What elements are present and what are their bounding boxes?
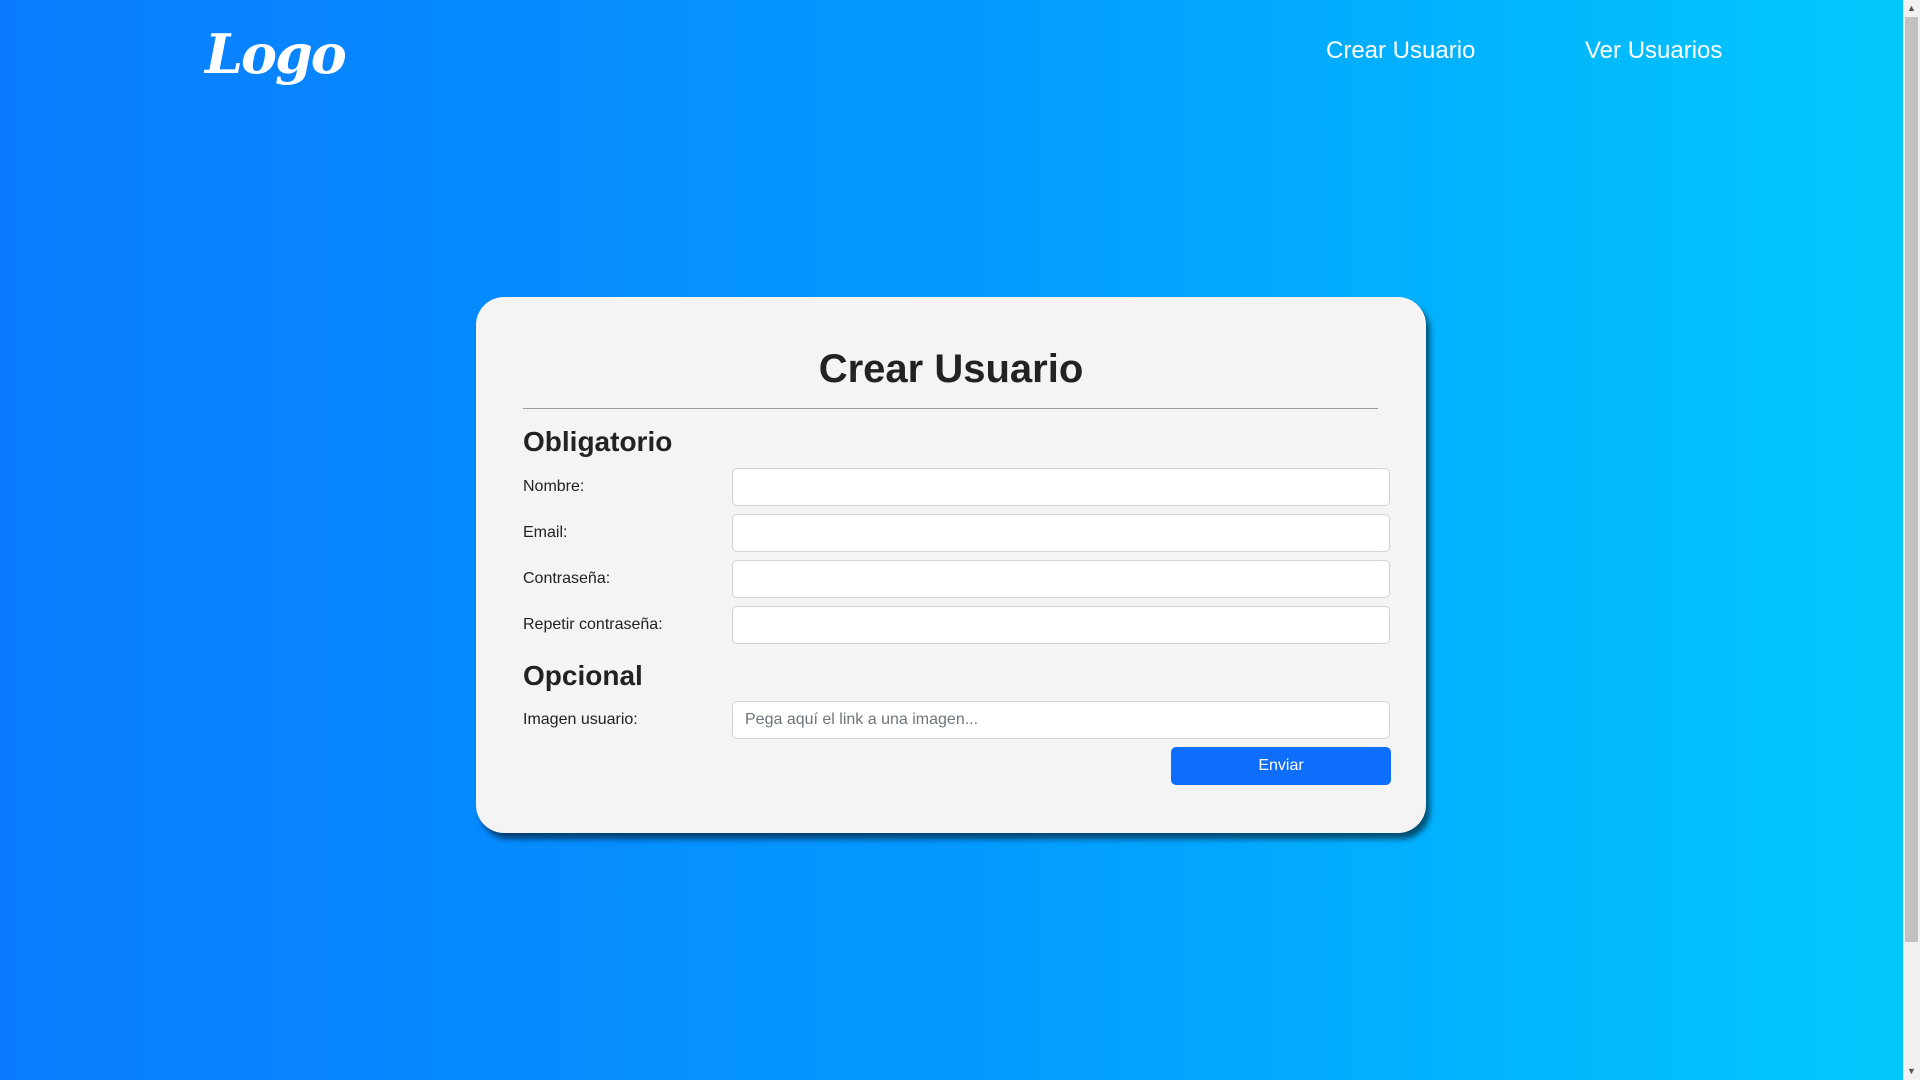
scroll-down-arrow-icon[interactable]: ▼	[1903, 1063, 1920, 1080]
form-title: Crear Usuario	[818, 347, 1084, 391]
title-divider	[523, 408, 1378, 409]
email-label: Email:	[523, 524, 568, 541]
user-image-input[interactable]	[732, 701, 1390, 739]
vertical-scrollbar[interactable]: ▲ ▼	[1903, 0, 1920, 1080]
repeat-password-label: Repetir contraseña:	[523, 616, 663, 633]
user-image-label: Imagen usuario:	[523, 711, 638, 728]
section-title-optional: Opcional	[523, 660, 643, 691]
scroll-up-arrow-icon[interactable]: ▲	[1903, 0, 1920, 17]
nav-link-ver-usuarios[interactable]: Ver Usuarios	[1585, 36, 1722, 66]
section-title-required: Obligatorio	[523, 426, 673, 457]
password-input[interactable]	[732, 560, 1390, 598]
password-label: Contraseña:	[523, 570, 611, 587]
page-background: Logo Crear Usuario Ver Usuarios Crear Us…	[0, 0, 1903, 1080]
site-logo[interactable]: Logo	[205, 18, 347, 90]
name-input[interactable]	[732, 468, 1390, 506]
nav-link-crear-usuario[interactable]: Crear Usuario	[1326, 36, 1475, 66]
name-label: Nombre:	[523, 478, 585, 495]
repeat-password-input[interactable]	[732, 606, 1390, 644]
email-input[interactable]	[732, 514, 1390, 552]
scrollbar-thumb[interactable]	[1905, 17, 1918, 942]
create-user-card: Crear Usuario Obligatorio Nombre: Email:…	[476, 297, 1426, 833]
submit-button[interactable]: Enviar	[1171, 747, 1391, 785]
